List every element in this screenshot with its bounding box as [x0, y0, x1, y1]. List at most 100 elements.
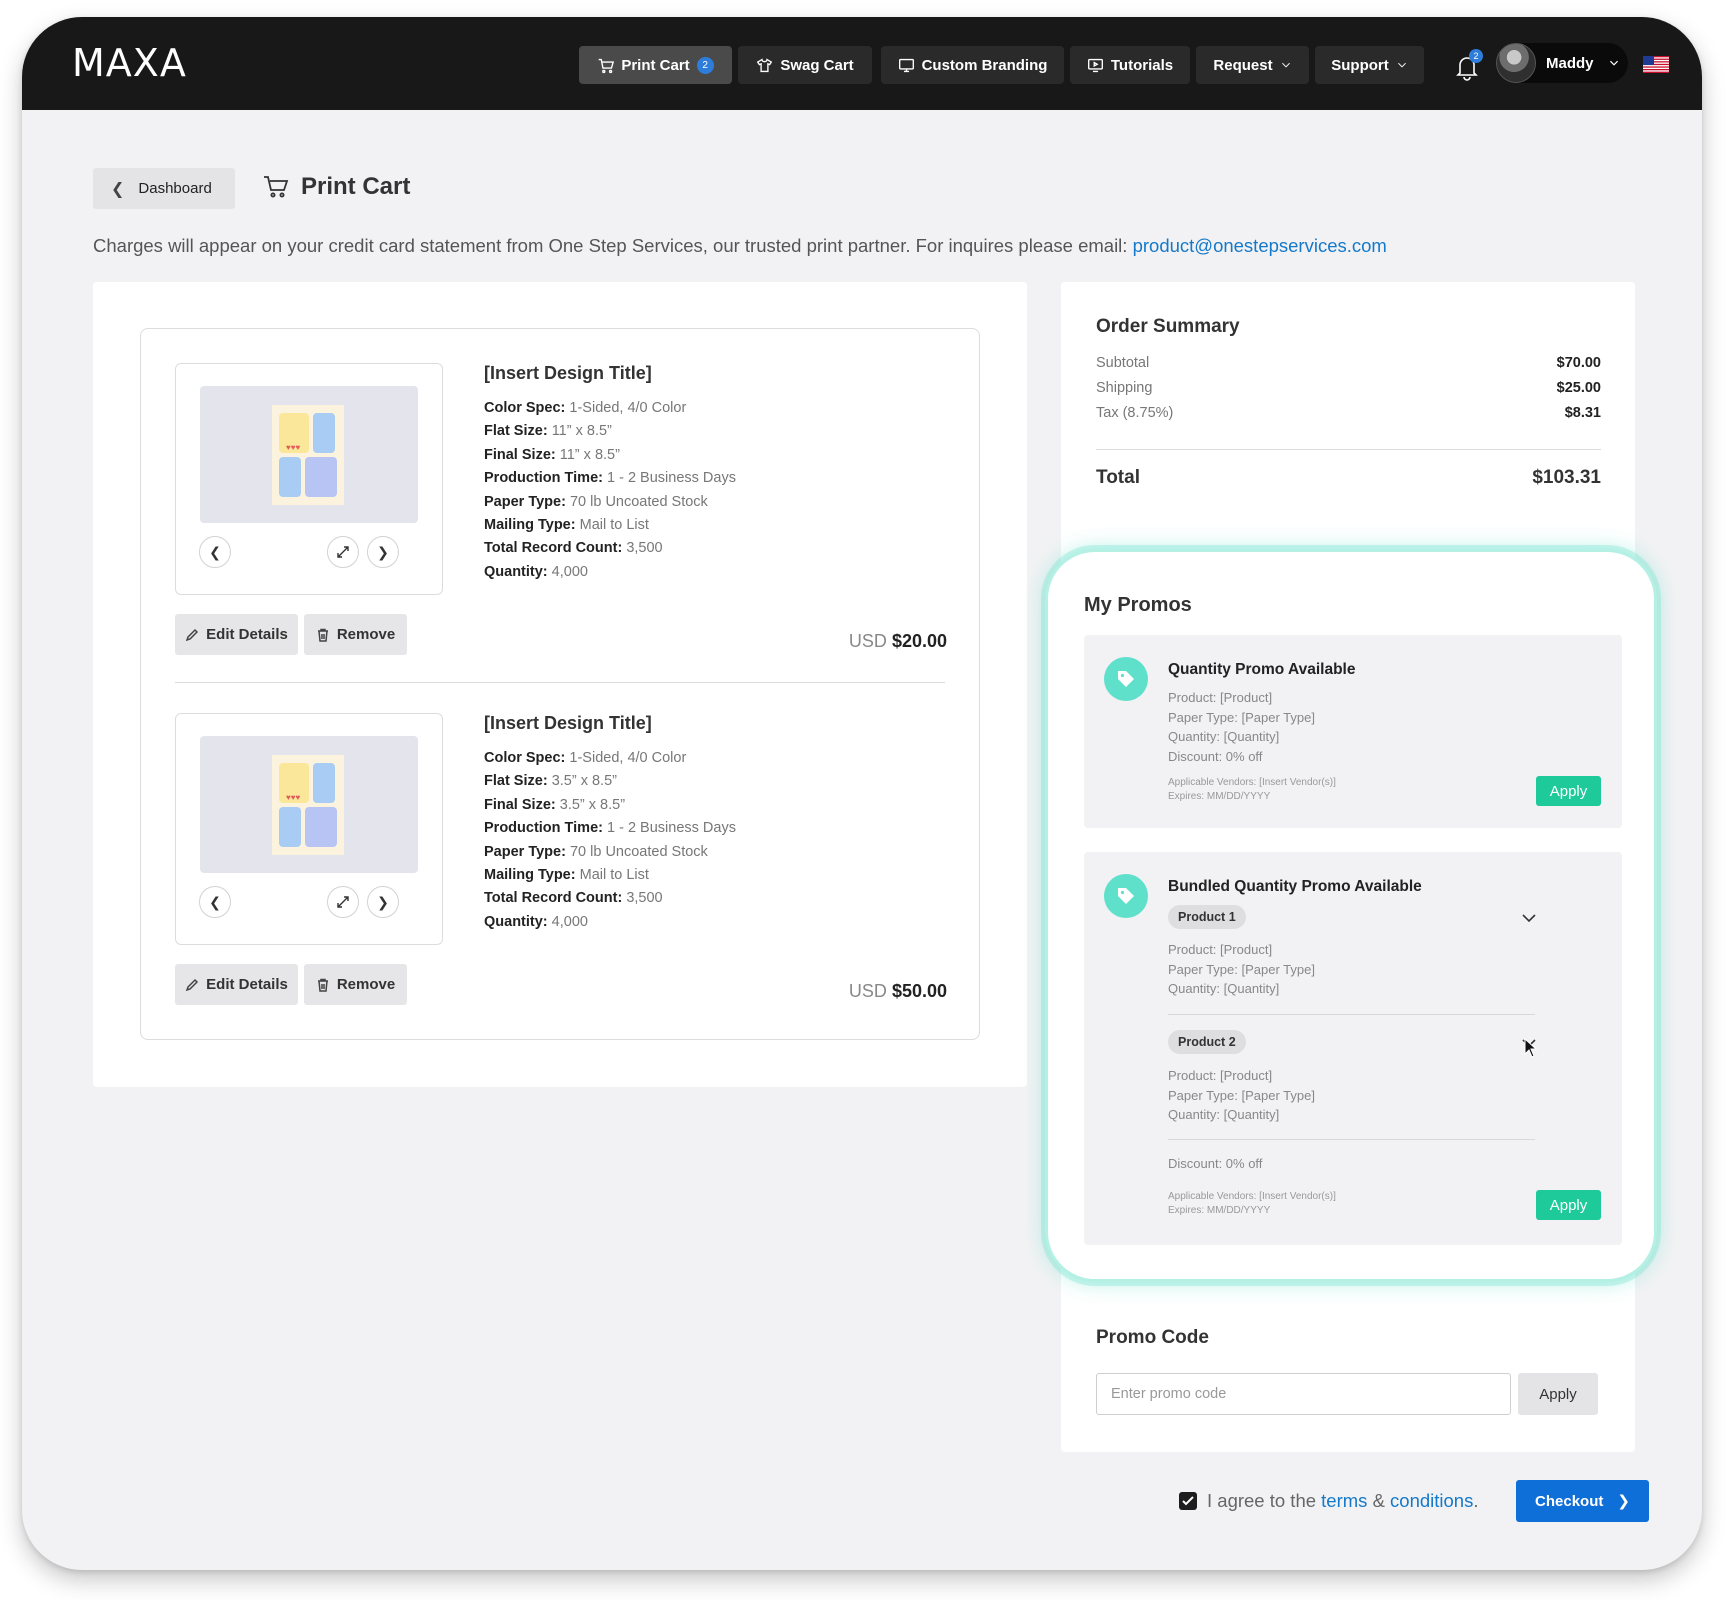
currency-label: USD	[848, 631, 887, 651]
item-specs: Color Spec: 1-Sided, 4/0 Color Flat Size…	[484, 747, 736, 934]
checkout-button[interactable]: Checkout ❯	[1516, 1480, 1649, 1522]
prev-image-button[interactable]: ❮	[199, 536, 231, 568]
edit-details-button[interactable]: Edit Details	[175, 614, 298, 655]
spec-row: Final Size: 11” x 8.5”	[484, 446, 620, 463]
apply-bundled-promo-button[interactable]: Apply	[1536, 1190, 1601, 1220]
summary-label: Subtotal	[1096, 355, 1150, 371]
terms-agreement: I agree to the terms & conditions.	[1179, 1490, 1479, 1512]
us-flag-icon[interactable]	[1643, 56, 1669, 73]
nav-tutorials-label: Tutorials	[1110, 56, 1174, 74]
avatar	[1496, 43, 1536, 83]
app-window: MAXA Print Cart 2 Swag Cart Custom Brand…	[22, 17, 1702, 1570]
expand-image-button[interactable]	[327, 886, 359, 918]
billing-notice: Charges will appear on your credit card …	[93, 235, 1387, 257]
chevron-right-icon: ❯	[1617, 1493, 1630, 1510]
product-divider	[1168, 1014, 1535, 1015]
checkout-label: Checkout	[1535, 1492, 1604, 1510]
promo-expires: Expires: MM/DD/YYYY	[1168, 791, 1271, 802]
spec-row: Flat Size: 3.5” x 8.5”	[484, 773, 617, 790]
nav-print-cart-label: Print Cart	[621, 56, 690, 74]
summary-total: Total $103.31	[1096, 467, 1601, 489]
svg-text:♥♥♥: ♥♥♥	[286, 443, 301, 452]
support-email-link[interactable]: product@onestepservices.com	[1133, 235, 1387, 256]
edit-details-button[interactable]: Edit Details	[175, 964, 298, 1005]
monitor-icon	[898, 58, 914, 72]
spec-row: Mailing Type: Mail to List	[484, 517, 649, 534]
nav-request[interactable]: Request	[1196, 46, 1309, 84]
cart-item: ♥♥♥ ❮ ❯ Edit Details Remove [Insert Desi…	[141, 329, 981, 683]
user-menu[interactable]: Maddy	[1496, 43, 1628, 83]
tag-icon	[1104, 657, 1148, 701]
svg-text:♥♥♥: ♥♥♥	[286, 793, 301, 802]
conditions-link[interactable]: conditions	[1390, 1490, 1473, 1511]
nav-support[interactable]: Support	[1315, 46, 1424, 84]
remove-button[interactable]: Remove	[304, 614, 407, 655]
summary-row-subtotal: Subtotal $70.00	[1096, 355, 1601, 371]
top-nav: MAXA Print Cart 2 Swag Cart Custom Brand…	[22, 17, 1702, 110]
prev-image-button[interactable]: ❮	[199, 886, 231, 918]
cart-count-badge: 2	[696, 56, 714, 74]
terms-link[interactable]: terms	[1321, 1490, 1367, 1511]
product-2-details: Product: [Product] Paper Type: [Paper Ty…	[1168, 1066, 1315, 1125]
promo-vendors: Applicable Vendors: [Insert Vendor(s)]	[1168, 777, 1336, 788]
next-image-button[interactable]: ❯	[367, 886, 399, 918]
nav-custom-branding-label: Custom Branding	[921, 56, 1048, 74]
page-header: Print Cart	[263, 173, 410, 201]
spec-row: Mailing Type: Mail to List	[484, 867, 649, 884]
chevron-left-icon: ❮	[111, 180, 125, 198]
chevron-right-icon: ❯	[377, 893, 389, 910]
item-price: USD $20.00	[849, 631, 947, 652]
chevron-down-icon[interactable]	[1521, 913, 1537, 923]
summary-value: $70.00	[1556, 355, 1601, 371]
promo-details: Product: [Product] Paper Type: [Paper Ty…	[1168, 688, 1315, 766]
nav-tutorials[interactable]: Tutorials	[1070, 46, 1190, 84]
agree-text: I agree to the	[1207, 1490, 1317, 1511]
promo-line: Quantity: [Quantity]	[1168, 981, 1280, 996]
expand-image-button[interactable]	[327, 536, 359, 568]
apply-promo-code-button[interactable]: Apply	[1518, 1373, 1598, 1415]
expand-icon	[337, 546, 349, 558]
expand-icon	[337, 896, 349, 908]
shirt-icon	[757, 57, 773, 72]
spec-row: Total Record Count: 3,500	[484, 540, 663, 557]
edit-details-label: Edit Details	[206, 976, 288, 993]
nav-custom-branding[interactable]: Custom Branding	[881, 46, 1064, 84]
cart-items-list: ♥♥♥ ❮ ❯ Edit Details Remove [Insert Desi…	[140, 328, 980, 1040]
nav-swag-cart[interactable]: Swag Cart	[738, 46, 872, 84]
check-icon	[1182, 1496, 1194, 1506]
spec-row: Color Spec: 1-Sided, 4/0 Color	[484, 750, 687, 766]
maxa-logo[interactable]: MAXA	[72, 41, 187, 85]
promo-fineprint: Applicable Vendors: [Insert Vendor(s)] E…	[1168, 776, 1336, 804]
billing-notice-text: Charges will appear on your credit card …	[93, 235, 1133, 256]
order-summary-title: Order Summary	[1096, 316, 1240, 337]
product-preview: ♥♥♥ ❮ ❯	[175, 713, 443, 945]
edit-details-label: Edit Details	[206, 626, 288, 643]
total-label: Total	[1096, 467, 1140, 488]
page-title: Print Cart	[301, 173, 411, 200]
ampersand: &	[1372, 1490, 1385, 1511]
product-1-chip[interactable]: Product 1	[1168, 905, 1246, 929]
promo-code-title: Promo Code	[1096, 1327, 1209, 1348]
apply-quantity-promo-button[interactable]: Apply	[1536, 776, 1601, 806]
cart-item: ♥♥♥ ❮ ❯ Edit Details Remove [Insert Desi…	[141, 679, 981, 1029]
bundled-discount: Discount: 0% off	[1168, 1156, 1263, 1171]
next-image-button[interactable]: ❯	[367, 536, 399, 568]
spec-row: Production Time: 1 - 2 Business Days	[484, 820, 736, 837]
dashboard-back-button[interactable]: ❮ Dashboard	[93, 168, 235, 209]
chevron-down-icon	[1609, 60, 1618, 66]
nav-print-cart[interactable]: Print Cart 2	[579, 46, 732, 84]
cart-panel: ♥♥♥ ❮ ❯ Edit Details Remove [Insert Desi…	[93, 282, 1027, 1087]
trash-icon	[317, 628, 328, 642]
promo-line: Paper Type: [Paper Type]	[1168, 1087, 1315, 1103]
play-screen-icon	[1087, 58, 1103, 72]
cart-icon	[599, 58, 615, 73]
agree-checkbox[interactable]	[1179, 1492, 1197, 1510]
currency-label: USD	[848, 981, 887, 1001]
promo-code-input[interactable]	[1096, 1373, 1511, 1415]
remove-label: Remove	[336, 976, 396, 993]
promo-heading: Quantity Promo Available	[1168, 661, 1356, 678]
product-2-chip[interactable]: Product 2	[1168, 1030, 1246, 1054]
promo-line: Paper Type: [Paper Type]	[1168, 961, 1315, 977]
promo-line: Product: [Product]	[1168, 942, 1273, 957]
remove-button[interactable]: Remove	[304, 964, 407, 1005]
